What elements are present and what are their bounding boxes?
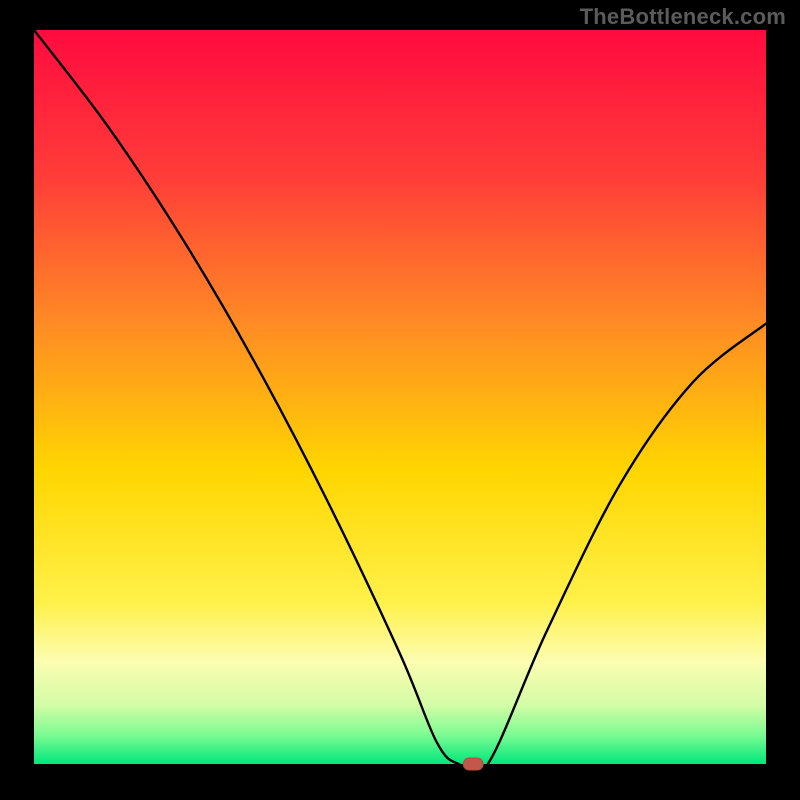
- chart-frame: TheBottleneck.com: [0, 0, 800, 800]
- bottleneck-chart: [0, 0, 800, 800]
- watermark-text: TheBottleneck.com: [580, 4, 786, 30]
- optimum-marker: [463, 758, 483, 770]
